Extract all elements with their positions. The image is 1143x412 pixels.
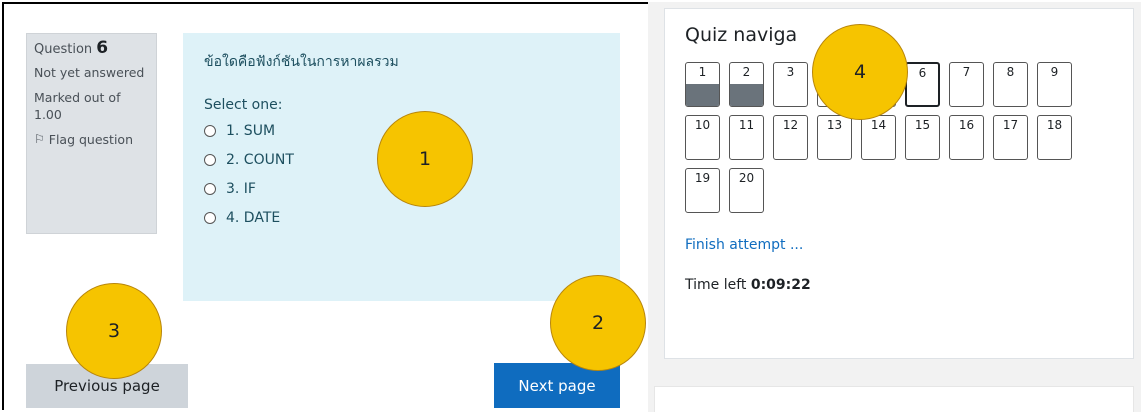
question-button-number: 1 bbox=[698, 65, 707, 79]
radio-button[interactable] bbox=[204, 183, 216, 195]
question-button-number: 12 bbox=[782, 118, 799, 132]
radio-button[interactable] bbox=[204, 125, 216, 137]
question-button-number: 13 bbox=[826, 118, 843, 132]
answer-label: 1. SUM bbox=[226, 123, 276, 139]
answer-label: 3. IF bbox=[226, 181, 256, 197]
question-state: Not yet answered bbox=[34, 65, 145, 80]
time-left-value: 0:09:22 bbox=[750, 277, 811, 293]
quiz-nav-question-button[interactable]: 17 bbox=[993, 115, 1028, 160]
flag-question-link[interactable]: ⚐ Flag question bbox=[34, 131, 149, 148]
quiz-nav-question-button[interactable]: 12 bbox=[773, 115, 808, 160]
answered-indicator bbox=[730, 84, 763, 106]
quiz-nav-question-button[interactable]: 19 bbox=[685, 168, 720, 213]
callout-marker: 1 bbox=[377, 111, 473, 207]
question-button-number: 6 bbox=[918, 66, 927, 80]
question-number: 6 bbox=[96, 38, 109, 58]
answer-label: 2. COUNT bbox=[226, 152, 294, 168]
question-button-number: 2 bbox=[742, 65, 751, 79]
quiz-nav-question-button[interactable]: 8 bbox=[993, 62, 1028, 107]
question-button-number: 3 bbox=[786, 65, 795, 79]
question-button-number: 10 bbox=[694, 118, 711, 132]
quiz-nav-question-button[interactable]: 16 bbox=[949, 115, 984, 160]
callout-marker: 2 bbox=[550, 275, 646, 371]
radio-button[interactable] bbox=[204, 154, 216, 166]
question-text: ข้อใดคือฟังก์ชันในการหาผลรวม bbox=[204, 54, 399, 70]
quiz-nav-question-button[interactable]: 13 bbox=[817, 115, 852, 160]
quiz-nav-question-button[interactable]: 1 bbox=[685, 62, 720, 107]
question-button-number: 19 bbox=[694, 171, 711, 185]
answered-indicator bbox=[686, 84, 719, 106]
quiz-nav-question-button[interactable]: 3 bbox=[773, 62, 808, 107]
answer-option[interactable]: 4. DATE bbox=[204, 210, 599, 226]
time-left-label: Time left bbox=[685, 277, 747, 293]
question-grade: Marked out of 1.00 bbox=[34, 90, 121, 122]
answer-prompt: Select one: bbox=[204, 97, 283, 113]
quiz-nav-question-button[interactable]: 6 bbox=[905, 62, 940, 107]
question-button-number: 14 bbox=[870, 118, 887, 132]
quiz-nav-question-button[interactable]: 10 bbox=[685, 115, 720, 160]
quiz-nav-question-button[interactable]: 2 bbox=[729, 62, 764, 107]
quiz-nav-question-button[interactable]: 14 bbox=[861, 115, 896, 160]
question-button-number: 11 bbox=[738, 118, 755, 132]
question-number-line: Question 6 bbox=[34, 40, 149, 58]
question-label: Question bbox=[34, 42, 93, 57]
question-button-number: 7 bbox=[962, 65, 971, 79]
question-button-number: 20 bbox=[738, 171, 755, 185]
question-button-number: 16 bbox=[958, 118, 975, 132]
quiz-nav-question-button[interactable]: 18 bbox=[1037, 115, 1072, 160]
quiz-nav-question-button[interactable]: 11 bbox=[729, 115, 764, 160]
question-button-number: 8 bbox=[1006, 65, 1015, 79]
callout-marker: 4 bbox=[812, 24, 908, 120]
question-button-number: 17 bbox=[1002, 118, 1019, 132]
radio-button[interactable] bbox=[204, 212, 216, 224]
quiz-nav-question-button[interactable]: 20 bbox=[729, 168, 764, 213]
flag-icon: ⚐ bbox=[34, 132, 45, 146]
quiz-nav-question-button[interactable]: 7 bbox=[949, 62, 984, 107]
finish-attempt-link[interactable]: Finish attempt ... bbox=[685, 237, 803, 253]
question-button-number: 9 bbox=[1050, 65, 1059, 79]
time-left: Time left 0:09:22 bbox=[685, 277, 1113, 293]
quiz-nav-question-button[interactable]: 9 bbox=[1037, 62, 1072, 107]
answer-label: 4. DATE bbox=[226, 210, 281, 226]
callout-marker: 3 bbox=[66, 283, 162, 379]
question-info: Question 6 Not yet answered Marked out o… bbox=[26, 33, 157, 234]
question-button-number: 15 bbox=[914, 118, 931, 132]
sidebar-card bbox=[654, 386, 1134, 412]
question-button-number: 18 bbox=[1046, 118, 1063, 132]
quiz-nav-question-button[interactable]: 15 bbox=[905, 115, 940, 160]
flag-question-label: Flag question bbox=[48, 132, 134, 147]
